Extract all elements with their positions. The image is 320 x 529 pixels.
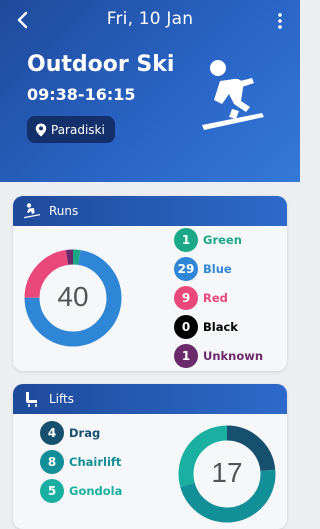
legend-badge: 5 (40, 479, 64, 503)
lifts-total: 17 (211, 457, 243, 488)
back-arrow-icon[interactable] (14, 10, 32, 30)
legend-badge: 8 (40, 450, 64, 474)
more-options-icon[interactable] (276, 12, 284, 30)
skier-icon (202, 60, 264, 130)
legend-badge: 29 (174, 257, 198, 281)
chairlift-icon (26, 392, 37, 407)
runs-card: Runs 40 1 Green 29 Blue 9 Red 0 Black 1 … (13, 196, 287, 371)
legend-label: Unknown (203, 349, 264, 363)
runs-card-title: Runs (49, 204, 79, 218)
legend-label: Red (203, 291, 228, 305)
legend-item-gondola: 5 Gondola (40, 479, 122, 503)
activity-time-range: 09:38-16:15 (27, 85, 136, 104)
legend-badge: 0 (174, 315, 198, 339)
legend-item-blue: 29 Blue (174, 257, 232, 281)
legend-label: Drag (69, 426, 101, 440)
legend-badge: 4 (40, 421, 64, 445)
legend-label: Gondola (69, 484, 123, 498)
location-label: Paradiski (51, 122, 105, 137)
legend-item-green: 1 Green (174, 228, 242, 252)
legend-badge: 9 (174, 286, 198, 310)
lifts-card-title: Lifts (49, 392, 74, 406)
legend-item-chairlift: 8 Chairlift (40, 450, 121, 474)
legend-badge: 1 (174, 344, 198, 368)
legend-badge: 1 (174, 228, 198, 252)
location-badge[interactable]: Paradiski (27, 116, 115, 143)
lifts-card: Lifts 4 Drag 8 Chairlift 5 Gondola 17 (13, 384, 287, 529)
legend-item-black: 0 Black (174, 315, 238, 339)
date-title: Fri, 10 Jan (106, 9, 194, 29)
skier-small-icon (24, 203, 40, 219)
legend-label: Chairlift (69, 455, 122, 469)
activity-title: Outdoor Ski (27, 52, 175, 77)
legend-item-drag: 4 Drag (40, 421, 100, 445)
runs-card-header: Runs (13, 196, 287, 226)
legend-label: Black (203, 320, 238, 334)
top-bar: Fri, 10 Jan (0, 0, 300, 40)
legend-label: Green (203, 233, 242, 247)
runs-total: 40 (57, 281, 89, 312)
location-pin-icon (35, 123, 47, 136)
legend-label: Blue (203, 262, 232, 276)
legend-item-red: 9 Red (174, 286, 228, 310)
lifts-card-header: Lifts (13, 384, 287, 414)
activity-header: Fri, 10 Jan Outdoor Ski 09:38-16:15 Para… (0, 0, 300, 182)
legend-item-unknown: 1 Unknown (174, 344, 263, 368)
